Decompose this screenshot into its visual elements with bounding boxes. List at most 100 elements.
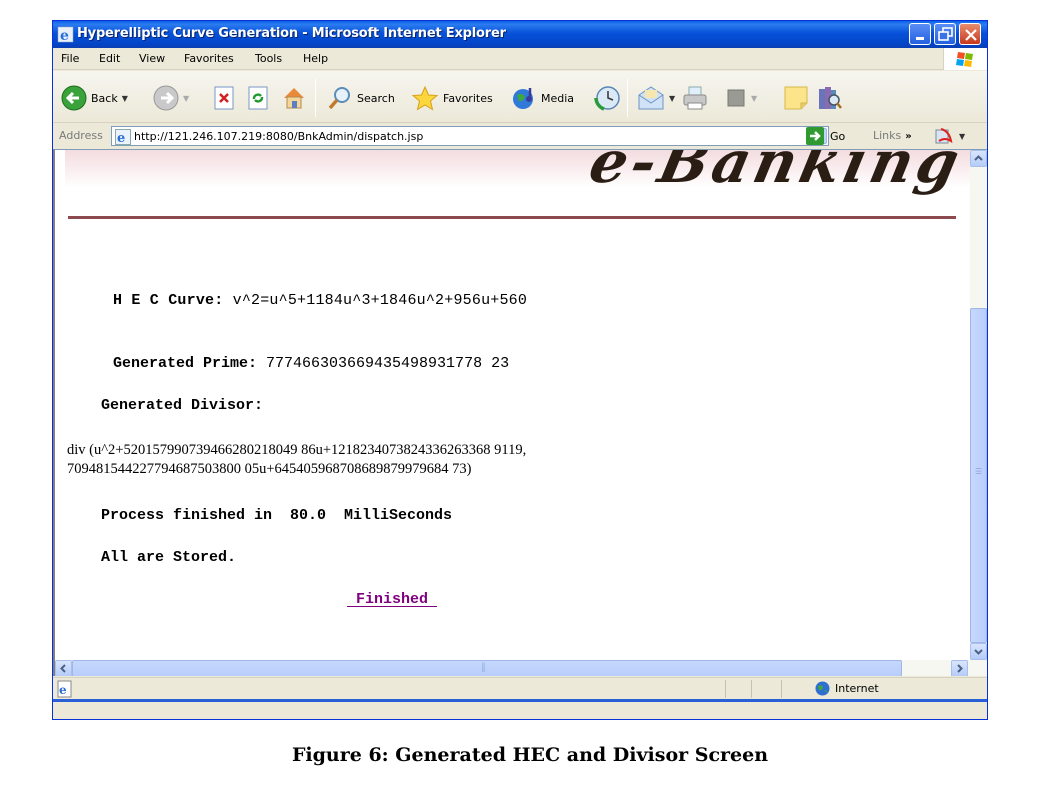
stop-button[interactable] (213, 83, 235, 113)
forward-dropdown-icon: ▼ (183, 93, 190, 103)
refresh-button[interactable] (247, 83, 269, 113)
toolbar: Back ▼ ▼ Search Favorites Media ▼ ▼ (53, 71, 987, 123)
menu-help[interactable]: Help (303, 52, 328, 65)
back-dropdown-icon[interactable]: ▼ (122, 94, 128, 103)
links-chevron-icon: » (905, 131, 912, 142)
internet-globe-icon (815, 681, 830, 696)
window-title: Hyperelliptic Curve Generation - Microso… (77, 26, 506, 41)
address-input[interactable]: e http://121.246.107.219:8080/BnkAdmin/d… (111, 126, 829, 146)
restore-icon (938, 27, 953, 41)
menu-view[interactable]: View (139, 52, 165, 65)
svg-text:e: e (60, 28, 69, 43)
home-button[interactable] (281, 83, 307, 113)
edit-page-icon (727, 89, 745, 107)
window-bottom-border (53, 699, 987, 702)
media-button[interactable]: Media (511, 83, 574, 113)
svg-text:e: e (59, 683, 67, 697)
status-pane (751, 680, 752, 698)
search-button[interactable]: Search (327, 83, 395, 113)
horizontal-scroll-thumb[interactable]: ║ (72, 660, 902, 676)
address-url: http://121.246.107.219:8080/BnkAdmin/dis… (134, 130, 424, 143)
links-button[interactable]: Links» (873, 129, 912, 142)
favorites-label: Favorites (443, 91, 493, 105)
menu-bar: File Edit View Favorites Tools Help (53, 48, 987, 70)
forward-arrow-icon (153, 85, 179, 111)
mail-icon (638, 86, 664, 110)
hec-curve-value: v^2=u^5+1184u^3+1846u^2+956u+560 (232, 292, 528, 309)
status-pane (725, 680, 726, 698)
go-arrow-icon (806, 127, 824, 145)
header-divider (68, 216, 956, 219)
home-icon (284, 88, 304, 109)
hec-curve-line: H E C Curve: v^2=u^5+1184u^3+1846u^2+956… (113, 292, 527, 309)
address-bar: Address e http://121.246.107.219:8080/Bn… (53, 124, 987, 148)
vertical-scroll-thumb[interactable]: ☰ (970, 308, 987, 643)
back-label: Back (91, 91, 118, 105)
page-status-icon: e (57, 680, 72, 698)
generated-prime-line: Generated Prime: 77746630366943549893177… (113, 355, 509, 372)
chevron-right-icon (957, 664, 963, 673)
acrobat-dropdown-icon[interactable]: ▼ (959, 132, 965, 141)
discuss-button[interactable] (783, 83, 809, 113)
refresh-icon (248, 86, 268, 110)
print-icon (683, 86, 707, 110)
print-button[interactable] (681, 83, 709, 113)
forward-button[interactable]: ▼ (153, 83, 189, 113)
search-label: Search (357, 91, 395, 105)
grip-icon: ☰ (975, 467, 983, 476)
favorites-star-icon (411, 85, 439, 111)
links-label: Links (873, 129, 902, 142)
back-arrow-icon (61, 85, 87, 111)
scroll-up-button[interactable] (970, 150, 987, 167)
menu-edit[interactable]: Edit (99, 52, 120, 65)
sticky-note-icon (784, 86, 808, 110)
hec-curve-label: H E C Curve: (113, 292, 233, 309)
generated-divisor-value: div (u^2+520157990739466280218049 86u+12… (67, 442, 527, 477)
minimize-button[interactable] (909, 23, 931, 45)
scroll-down-button[interactable] (970, 643, 987, 660)
internet-zone-label: Internet (835, 682, 879, 695)
close-button[interactable] (959, 23, 981, 45)
mail-button[interactable]: ▼ (637, 83, 675, 113)
go-button[interactable]: Go (805, 126, 845, 146)
history-button[interactable] (593, 83, 621, 113)
menu-file[interactable]: File (61, 52, 79, 65)
scroll-right-button[interactable] (951, 660, 968, 676)
windows-flag-icon (956, 52, 973, 67)
title-bar[interactable]: e Hyperelliptic Curve Generation - Micro… (53, 21, 987, 48)
vertical-scrollbar[interactable]: ☰ (970, 150, 987, 660)
menu-tools[interactable]: Tools (255, 52, 282, 65)
edit-button[interactable]: ▼ (725, 83, 757, 113)
restore-button[interactable] (934, 23, 956, 45)
edit-dropdown-icon: ▼ (751, 93, 758, 103)
media-globe-icon (513, 88, 533, 109)
horizontal-scrollbar[interactable]: ║ (55, 660, 987, 676)
generated-divisor-label: Generated Divisor: (101, 397, 264, 414)
status-pane (781, 680, 782, 698)
back-button[interactable]: Back ▼ (61, 83, 128, 113)
generated-prime-label: Generated Prime: (113, 355, 267, 372)
page-banner: e-Banking (65, 150, 970, 196)
grip-icon: ║ (481, 663, 486, 672)
research-button[interactable] (817, 83, 843, 113)
favorites-button[interactable]: Favorites (411, 83, 493, 113)
history-icon (594, 86, 620, 111)
pdf-icon (935, 128, 953, 144)
svg-text:e: e (117, 131, 125, 145)
banner-logo-text: e-Banking (584, 149, 970, 196)
acrobat-button[interactable]: ▼ (935, 127, 965, 145)
status-bar: e Internet (53, 677, 987, 699)
windows-logo (943, 48, 987, 70)
figure-caption: Figure 6: Generated HEC and Divisor Scre… (291, 744, 769, 766)
toolbar-separator (627, 79, 628, 117)
finished-link[interactable]: Finished (347, 591, 437, 608)
minimize-icon (916, 37, 924, 40)
menu-favorites[interactable]: Favorites (184, 52, 234, 65)
generated-prime-value: 777466303669435498931778 23 (266, 355, 510, 372)
security-zone: Internet (815, 681, 879, 696)
chevron-up-icon (974, 155, 983, 161)
mail-dropdown-icon[interactable]: ▼ (669, 94, 675, 103)
close-icon (965, 29, 977, 41)
go-label: Go (830, 129, 846, 143)
scroll-left-button[interactable] (55, 660, 72, 676)
